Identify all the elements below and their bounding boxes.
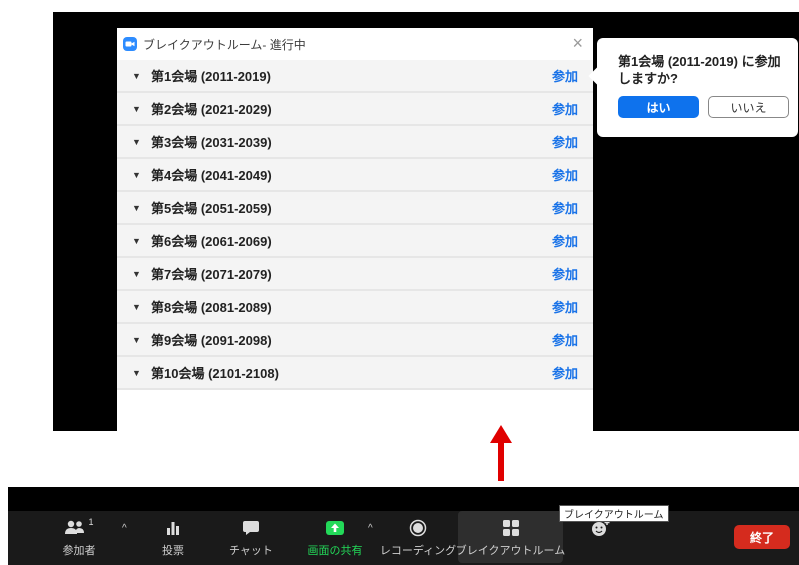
expand-caret-icon[interactable]: ▼ (132, 170, 144, 180)
room-name: 第1会場 (2011-2019) (151, 69, 271, 84)
share-options-chevron-up-icon[interactable]: ^ (368, 523, 373, 534)
breakout-window-titlebar: ブレイクアウトルーム- 進行中 (117, 28, 593, 60)
room-row[interactable]: ▼ 第7会場 (2071-2079) 参加 (117, 258, 593, 291)
expand-caret-icon[interactable]: ▼ (132, 302, 144, 312)
join-room-button[interactable]: 参加 (552, 198, 578, 217)
room-name: 第2会場 (2021-2029) (151, 102, 272, 117)
room-row[interactable]: ▼ 第3会場 (2031-2039) 参加 (117, 126, 593, 159)
room-name: 第3会場 (2031-2039) (151, 135, 272, 150)
join-room-button[interactable]: 参加 (552, 231, 578, 250)
participants-label: 参加者 (62, 545, 96, 557)
expand-caret-icon[interactable]: ▼ (132, 269, 144, 279)
meeting-toolbar: 1 参加者 ^ 投票 チャット 画面の共有 ^ レコーディング ブレイクアウトル… (8, 487, 799, 565)
join-room-button[interactable]: 参加 (552, 264, 578, 283)
room-list: ▼ 第1会場 (2011-2019) 参加 ▼ 第2会場 (2021-2029) 参加 ▼ 第… (117, 60, 593, 390)
breakout-rooms-window: ブレイクアウトルーム- 進行中 × ▼ 第1会場 (2011-2019) 参加 ▼ 第2… (117, 28, 593, 431)
chat-button[interactable]: チャット (224, 511, 278, 563)
end-meeting-button[interactable]: 終了 (734, 525, 790, 549)
expand-caret-icon[interactable]: ▼ (132, 137, 144, 147)
participants-count: 1 (88, 517, 94, 527)
polls-button[interactable]: 投票 (148, 511, 198, 563)
polls-icon (165, 517, 181, 539)
join-room-button[interactable]: 参加 (552, 66, 578, 85)
red-arrow-annotation (490, 425, 512, 481)
room-name: 第6会場 (2061-2069) (151, 234, 272, 249)
room-row[interactable]: ▼ 第5会場 (2051-2059) 参加 (117, 192, 593, 225)
share-screen-label: 画面の共有 (307, 545, 363, 557)
room-row[interactable]: ▼ 第4会場 (2041-2049) 参加 (117, 159, 593, 192)
room-name: 第10会場 (2101-2108) (151, 366, 279, 381)
record-label: レコーディング (379, 545, 457, 557)
join-room-button[interactable]: 参加 (552, 99, 578, 118)
room-name: 第9会場 (2091-2098) (151, 333, 272, 348)
room-name: 第8会場 (2081-2089) (151, 300, 272, 315)
close-icon[interactable]: × (572, 34, 583, 52)
room-row[interactable]: ▼ 第10会場 (2101-2108) 参加 (117, 357, 593, 390)
chat-label: チャット (229, 545, 273, 557)
zoom-camera-icon (123, 37, 137, 51)
expand-caret-icon[interactable]: ▼ (132, 236, 144, 246)
room-row[interactable]: ▼ 第2会場 (2021-2029) 参加 (117, 93, 593, 126)
record-icon (409, 517, 427, 539)
room-name: 第5会場 (2051-2059) (151, 201, 272, 216)
join-room-button[interactable]: 参加 (552, 363, 578, 382)
breakout-rooms-icon (502, 517, 520, 539)
expand-caret-icon[interactable]: ▼ (132, 335, 144, 345)
room-row[interactable]: ▼ 第1会場 (2011-2019) 参加 (117, 60, 593, 93)
participants-icon: 1 (64, 517, 94, 539)
join-room-button[interactable]: 参加 (552, 330, 578, 349)
room-name: 第4会場 (2041-2049) (151, 168, 272, 183)
join-room-button[interactable]: 参加 (552, 297, 578, 316)
share-screen-button[interactable]: 画面の共有 (304, 511, 366, 563)
participants-button[interactable]: 1 参加者 (54, 511, 104, 563)
breakout-rooms-button[interactable]: ブレイクアウトルーム (455, 511, 566, 563)
join-room-button[interactable]: 参加 (552, 165, 578, 184)
record-button[interactable]: レコーディング (378, 511, 458, 563)
room-row[interactable]: ▼ 第6会場 (2061-2069) 参加 (117, 225, 593, 258)
join-confirm-message: 第1会場 (2011-2019) に参加しますか? (618, 54, 781, 86)
room-row[interactable]: ▼ 第8会場 (2081-2089) 参加 (117, 291, 593, 324)
expand-caret-icon[interactable]: ▼ (132, 203, 144, 213)
chat-icon (242, 517, 260, 539)
participants-options-chevron-up-icon[interactable]: ^ (122, 523, 127, 534)
breakout-window-title: ブレイクアウトルーム- 進行中 (143, 37, 306, 52)
join-room-button[interactable]: 参加 (552, 132, 578, 151)
polls-label: 投票 (162, 545, 184, 557)
expand-caret-icon[interactable]: ▼ (132, 368, 144, 378)
no-button[interactable]: いいえ (708, 96, 789, 118)
room-row[interactable]: ▼ 第9会場 (2091-2098) 参加 (117, 324, 593, 357)
expand-caret-icon[interactable]: ▼ (132, 104, 144, 114)
yes-button[interactable]: はい (618, 96, 699, 118)
share-screen-icon (325, 517, 345, 539)
expand-caret-icon[interactable]: ▼ (132, 71, 144, 81)
join-confirm-popover: 第1会場 (2011-2019) に参加しますか? はい いいえ (588, 38, 798, 137)
breakout-rooms-tooltip: ブレイクアウトルーム (559, 505, 669, 522)
breakout-rooms-label: ブレイクアウトルーム (455, 545, 566, 557)
room-name: 第7会場 (2071-2079) (151, 267, 272, 282)
